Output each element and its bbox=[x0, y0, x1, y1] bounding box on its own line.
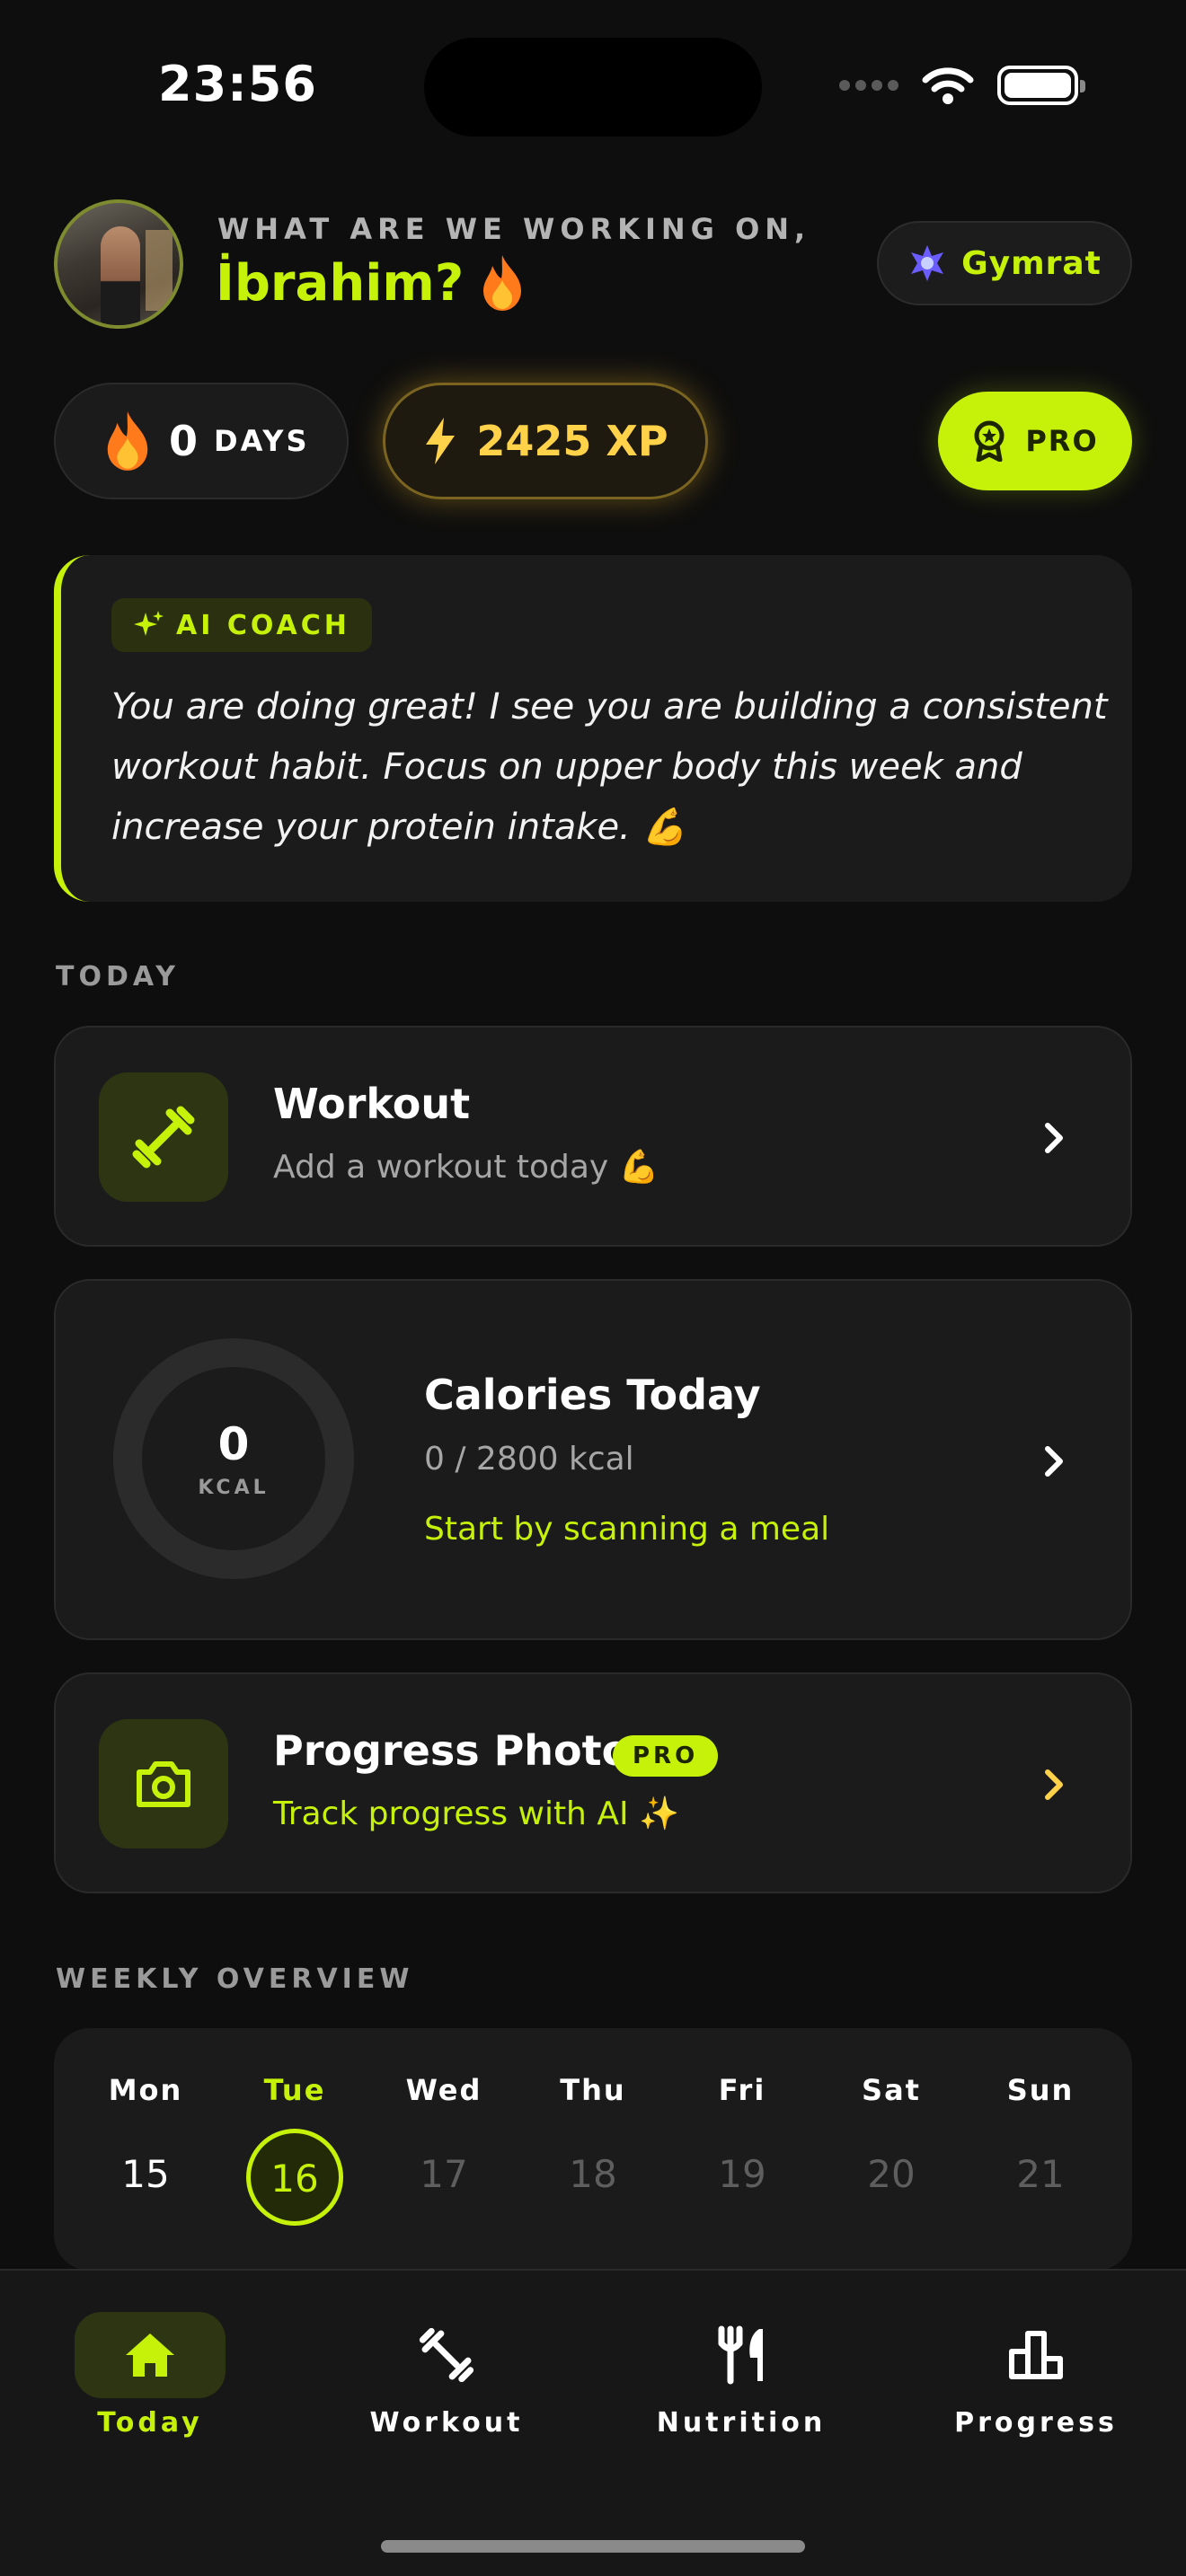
workout-subtitle: Add a workout today 💪 bbox=[273, 1149, 659, 1186]
weekday-mon[interactable]: Mon 15 bbox=[83, 2073, 208, 2226]
calories-title: Calories Today bbox=[424, 1371, 761, 1419]
chevron-right-icon bbox=[1045, 1123, 1063, 1153]
calories-summary: 0 / 2800 kcal bbox=[424, 1441, 634, 1478]
home-indicator[interactable] bbox=[381, 2540, 805, 2553]
greeting-label: WHAT ARE WE WORKING ON, bbox=[217, 212, 811, 246]
today-section-label: TODAY bbox=[56, 961, 180, 992]
progress-photo-subtitle: Track progress with AI ✨ bbox=[273, 1795, 679, 1832]
podium-icon bbox=[1009, 2331, 1063, 2379]
tab-label: Today bbox=[97, 2407, 203, 2439]
flame-icon bbox=[107, 411, 148, 471]
calories-ring: 0 KCAL bbox=[113, 1338, 354, 1579]
calories-ring-unit: KCAL bbox=[198, 1476, 270, 1499]
weekday-date: 19 bbox=[718, 2152, 766, 2196]
weekday-thu[interactable]: Thu 18 bbox=[530, 2073, 656, 2226]
tab-progress[interactable]: Progress bbox=[924, 2312, 1148, 2439]
streak-unit: DAYS bbox=[214, 424, 310, 458]
calories-hint: Start by scanning a meal bbox=[424, 1511, 830, 1548]
user-name-row: İbrahim? bbox=[216, 253, 525, 313]
battery-icon bbox=[997, 66, 1085, 105]
weekday-date: 17 bbox=[420, 2152, 468, 2196]
lightning-icon bbox=[426, 418, 456, 464]
tab-label: Nutrition bbox=[656, 2407, 827, 2439]
xp-pill[interactable]: 2425 XP bbox=[383, 383, 708, 499]
status-icons bbox=[839, 63, 1085, 108]
cellular-signal-icon bbox=[839, 80, 898, 91]
workout-icon-box bbox=[99, 1072, 228, 1202]
streak-value: 0 bbox=[169, 417, 199, 465]
pro-badge: PRO bbox=[613, 1735, 719, 1777]
rank-star-icon bbox=[911, 245, 944, 281]
chevron-right-icon bbox=[1045, 1769, 1063, 1800]
chevron-right-icon bbox=[1045, 1446, 1063, 1477]
weekday-name: Wed bbox=[405, 2073, 482, 2107]
weekday-name: Fri bbox=[718, 2073, 766, 2107]
weekly-overview: Mon 15 Tue 16 Wed 17 Thu 18 Fri 19 Sat 2… bbox=[54, 2028, 1132, 2271]
tab-label: Workout bbox=[369, 2407, 524, 2439]
dynamic-island bbox=[424, 38, 762, 137]
calories-ring-value: 0 bbox=[217, 1417, 250, 1470]
xp-label: 2425 XP bbox=[476, 417, 668, 465]
tab-icon-wrap bbox=[75, 2312, 226, 2398]
weekday-date: 16 bbox=[246, 2129, 343, 2226]
ai-coach-tag: AI COACH bbox=[111, 598, 372, 652]
dumbbell-icon bbox=[132, 1106, 195, 1169]
tab-icon-wrap bbox=[666, 2312, 817, 2398]
home-icon bbox=[126, 2333, 174, 2377]
avatar[interactable] bbox=[54, 199, 183, 329]
tab-icon-wrap bbox=[960, 2312, 1111, 2398]
weekday-name: Mon bbox=[108, 2073, 183, 2107]
bottom-tab-bar: Today Workout Nutrition Progress bbox=[0, 2269, 1186, 2576]
weekday-wed[interactable]: Wed 17 bbox=[381, 2073, 507, 2226]
tab-today[interactable]: Today bbox=[38, 2312, 262, 2439]
rank-badge-button[interactable]: Gymrat bbox=[877, 221, 1132, 305]
weekday-name: Sat bbox=[862, 2073, 921, 2107]
flame-icon bbox=[483, 255, 522, 311]
ai-coach-message: You are doing great! I see you are build… bbox=[111, 686, 1108, 848]
progress-photo-title: Progress Photo bbox=[273, 1726, 631, 1775]
fork-knife-icon bbox=[718, 2325, 763, 2385]
tab-workout[interactable]: Workout bbox=[334, 2312, 559, 2439]
pro-label: PRO bbox=[1025, 424, 1099, 458]
workout-title: Workout bbox=[273, 1080, 471, 1128]
wifi-icon bbox=[922, 67, 974, 104]
weekday-fri[interactable]: Fri 19 bbox=[679, 2073, 805, 2226]
weekday-date: 21 bbox=[1016, 2152, 1065, 2196]
progress-photo-card[interactable]: Progress Photo PRO Track progress with A… bbox=[54, 1672, 1132, 1893]
weekday-name: Thu bbox=[560, 2073, 626, 2107]
camera-icon-box bbox=[99, 1719, 228, 1848]
tab-icon-wrap bbox=[371, 2312, 522, 2398]
weekday-date: 15 bbox=[121, 2152, 170, 2196]
weekday-sat[interactable]: Sat 20 bbox=[828, 2073, 954, 2226]
sparkles-icon bbox=[134, 611, 164, 636]
calories-card[interactable]: 0 KCAL Calories Today 0 / 2800 kcal Star… bbox=[54, 1279, 1132, 1640]
rank-label: Gymrat bbox=[961, 244, 1102, 282]
weekday-name: Sun bbox=[1006, 2073, 1075, 2107]
streak-pill[interactable]: 0 DAYS bbox=[54, 383, 349, 499]
tab-label: Progress bbox=[954, 2407, 1118, 2439]
status-time: 23:56 bbox=[158, 56, 317, 112]
ai-coach-label: AI COACH bbox=[176, 609, 350, 641]
workout-card[interactable]: Workout Add a workout today 💪 bbox=[54, 1026, 1132, 1247]
pro-button[interactable]: PRO bbox=[938, 392, 1132, 490]
weekday-tue[interactable]: Tue 16 bbox=[232, 2073, 358, 2226]
tab-nutrition[interactable]: Nutrition bbox=[629, 2312, 854, 2439]
weekday-name: Tue bbox=[263, 2073, 326, 2107]
award-icon bbox=[974, 420, 1005, 462]
dumbbell-icon bbox=[419, 2327, 474, 2383]
weekday-date: 20 bbox=[867, 2152, 916, 2196]
user-name: İbrahim? bbox=[216, 253, 465, 313]
weekday-sun[interactable]: Sun 21 bbox=[978, 2073, 1103, 2226]
ai-coach-card[interactable]: AI COACH You are doing great! I see you … bbox=[54, 555, 1132, 902]
weekly-section-label: WEEKLY OVERVIEW bbox=[56, 1963, 414, 1995]
camera-icon bbox=[137, 1761, 190, 1807]
weekday-date: 18 bbox=[569, 2152, 617, 2196]
